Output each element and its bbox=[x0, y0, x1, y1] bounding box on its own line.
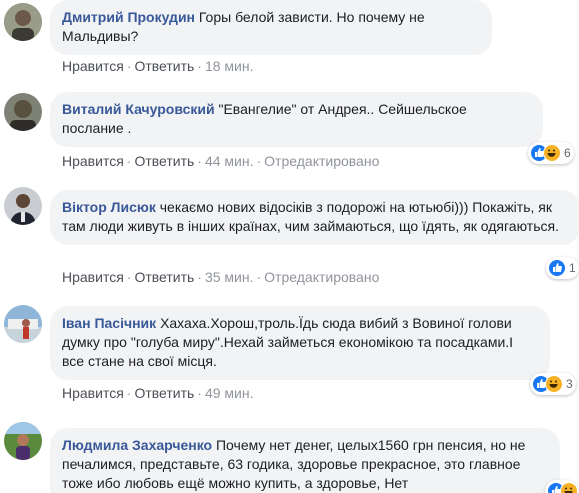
comment-actions: Нравится · Ответить · 18 мин. bbox=[62, 58, 254, 74]
comment-bubble: Виталий Качуровский "Евангелие" от Андре… bbox=[50, 92, 543, 147]
reply-link[interactable]: Ответить bbox=[134, 153, 194, 169]
like-reaction-icon bbox=[548, 259, 566, 277]
edited-label[interactable]: Отредактировано bbox=[264, 153, 379, 169]
comment-bubble: Іван Пасічник Хахаха.Хорош,троль.Їдь сюд… bbox=[50, 306, 550, 380]
reaction-summary[interactable] bbox=[545, 480, 578, 493]
comment-bubble: Дмитрий Прокудин Горы белой зависти. Но … bbox=[50, 0, 492, 55]
avatar[interactable] bbox=[4, 422, 42, 460]
like-link[interactable]: Нравится bbox=[62, 153, 124, 169]
comment-author[interactable]: Людмила Захарченко bbox=[62, 437, 212, 453]
avatar[interactable] bbox=[4, 3, 42, 41]
comment-bubble: Людмила Захарченко Почему нет денег, цел… bbox=[50, 428, 560, 493]
comment-time[interactable]: 35 мин. bbox=[205, 269, 254, 285]
comment-author[interactable]: Дмитрий Прокудин bbox=[62, 9, 195, 25]
comment-time[interactable]: 49 мин. bbox=[205, 385, 254, 401]
comment-author[interactable]: Виталий Качуровский bbox=[62, 101, 215, 117]
avatar[interactable] bbox=[4, 93, 42, 131]
haha-reaction-icon bbox=[545, 375, 563, 393]
haha-reaction-icon bbox=[560, 482, 578, 493]
edited-label[interactable]: Отредактировано bbox=[264, 269, 379, 285]
reaction-summary[interactable]: 6 bbox=[528, 142, 574, 164]
comment-actions: Нравится · Ответить · 49 мин. bbox=[62, 385, 254, 401]
reply-link[interactable]: Ответить bbox=[134, 58, 194, 74]
reaction-count: 1 bbox=[569, 261, 576, 275]
comment-actions: Нравится · Ответить · 44 мин. · Отредактирован… bbox=[62, 153, 380, 169]
reaction-count: 6 bbox=[564, 146, 571, 160]
like-link[interactable]: Нравится bbox=[62, 58, 124, 74]
comment-bubble: Віктор Лисюк чекаємо нових відосіків з п… bbox=[50, 190, 579, 245]
comment-time[interactable]: 18 мин. bbox=[205, 58, 254, 74]
reaction-count: 3 bbox=[566, 377, 573, 391]
reply-link[interactable]: Ответить bbox=[134, 269, 194, 285]
reaction-summary[interactable]: 3 bbox=[530, 373, 576, 395]
comment-time[interactable]: 44 мин. bbox=[205, 153, 254, 169]
reply-link[interactable]: Ответить bbox=[134, 385, 194, 401]
comment-author[interactable]: Віктор Лисюк bbox=[62, 199, 156, 215]
like-link[interactable]: Нравится bbox=[62, 385, 124, 401]
like-link[interactable]: Нравится bbox=[62, 269, 124, 285]
avatar[interactable] bbox=[4, 187, 42, 225]
reaction-summary[interactable]: 1 bbox=[546, 257, 579, 279]
avatar[interactable] bbox=[4, 305, 42, 343]
haha-reaction-icon bbox=[543, 144, 561, 162]
comment-actions: Нравится · Ответить · 35 мин. · Отредактирован… bbox=[62, 269, 380, 285]
comment-author[interactable]: Іван Пасічник bbox=[62, 315, 156, 331]
